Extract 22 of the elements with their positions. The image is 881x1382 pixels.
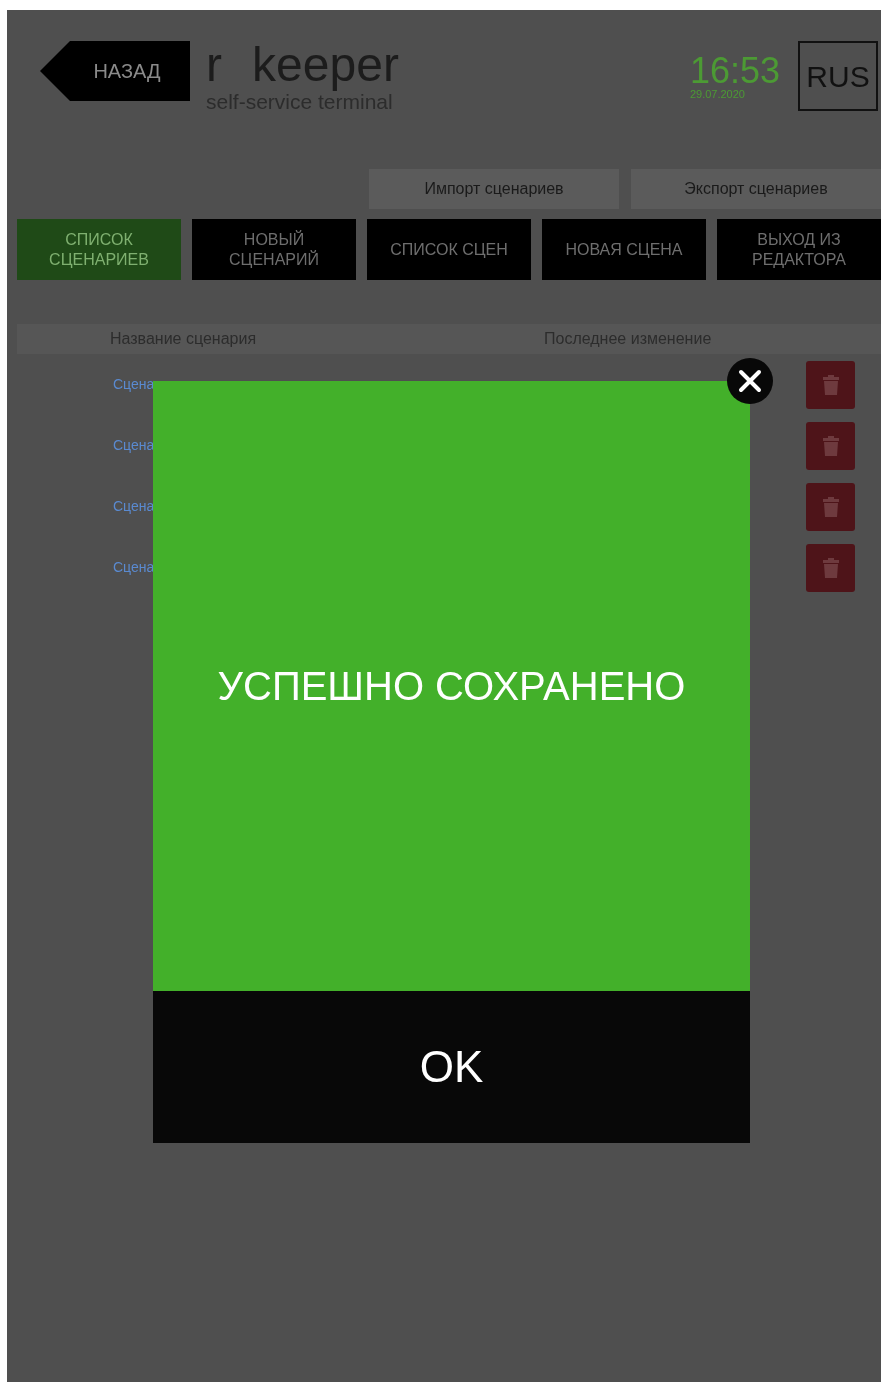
back-button[interactable]: НАЗАД <box>40 41 190 101</box>
clock-date: 29.07.2020 <box>689 89 746 100</box>
nav-tab[interactable]: НОВЫЙ СЦЕНАРИЙ <box>192 219 356 280</box>
trash-icon <box>821 557 840 580</box>
trash-icon <box>821 496 840 519</box>
clock-time: 16:53 <box>689 53 780 89</box>
ok-button[interactable]: OK <box>153 991 750 1143</box>
trash-icon <box>821 435 840 458</box>
trash-icon <box>821 374 840 397</box>
delete-button[interactable] <box>806 482 855 531</box>
tool-button[interactable]: Импорт сценариев <box>369 169 619 209</box>
nav-tab[interactable]: СПИСОК СЦЕН <box>367 219 531 280</box>
nav-tab[interactable]: СПИСОК СЦЕНАРИЕВ <box>17 219 181 280</box>
dialog-message: УСПЕШНО СОХРАНЕНО <box>217 663 686 710</box>
language-button[interactable]: RUS <box>798 41 878 111</box>
delete-button[interactable] <box>806 360 855 409</box>
close-button[interactable] <box>727 358 773 404</box>
tool-button[interactable]: Экспорт сценариев <box>631 169 881 209</box>
delete-button[interactable] <box>806 543 855 592</box>
nav-tab[interactable]: НОВАЯ СЦЕНА <box>542 219 706 280</box>
delete-button[interactable] <box>806 421 855 470</box>
nav-tab[interactable]: ВЫХОД ИЗ РЕДАКТОРА <box>717 219 881 280</box>
